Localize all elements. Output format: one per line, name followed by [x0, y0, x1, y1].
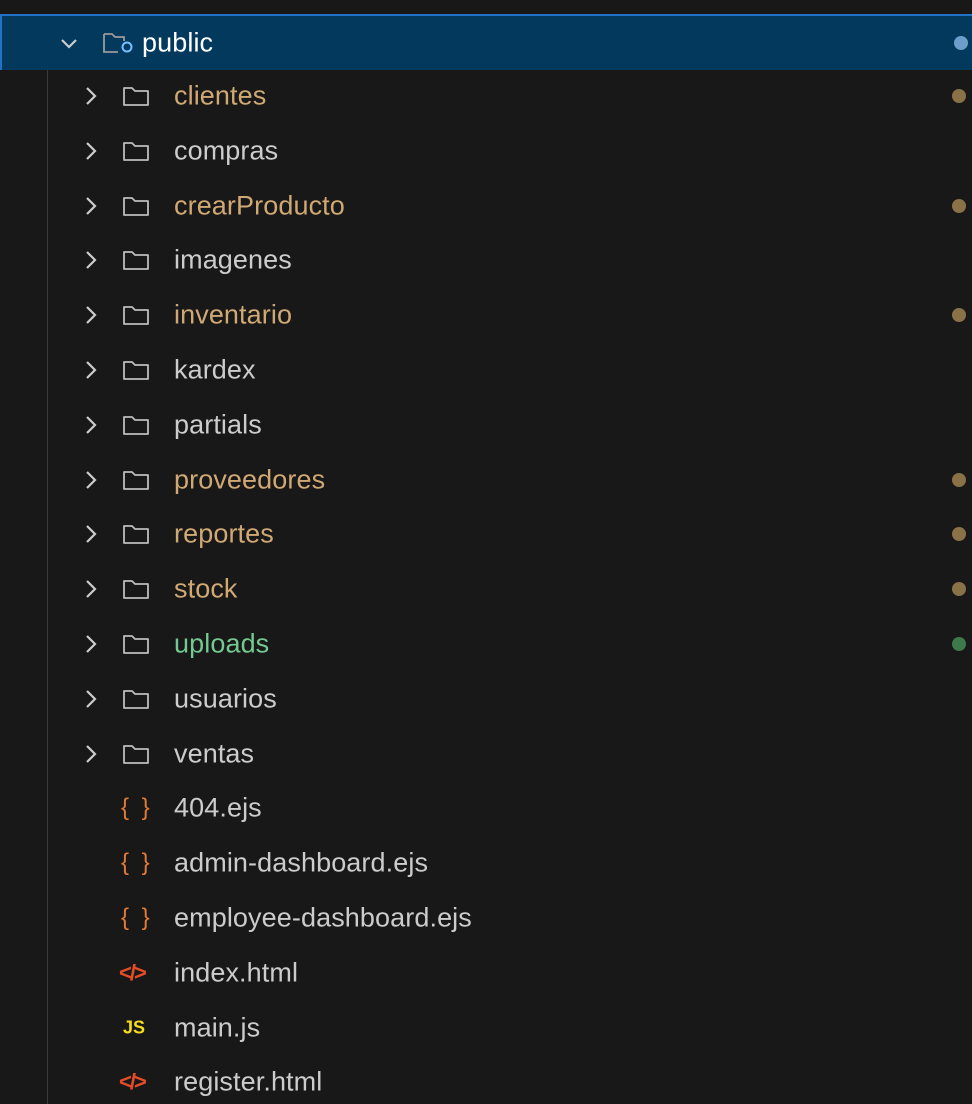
tree-item-compras[interactable]: compras — [0, 124, 972, 178]
chevron-right-icon[interactable] — [80, 469, 102, 491]
folder-icon — [123, 361, 149, 380]
braces-icon: { } — [121, 849, 153, 877]
chevron-right-icon[interactable] — [80, 140, 102, 162]
tree-item-file[interactable]: </> index.html — [0, 946, 972, 1000]
status-dot — [952, 198, 966, 213]
status-dot — [952, 582, 966, 597]
braces-icon: { } — [121, 904, 153, 931]
chevron-right-icon[interactable] — [80, 195, 102, 217]
tree-item-stock[interactable]: stock — [0, 562, 972, 616]
folder-label: usuarios — [174, 683, 277, 714]
chevron-right-icon[interactable] — [80, 578, 102, 600]
folder-icon — [123, 251, 149, 271]
folder-label-public: public — [142, 27, 214, 58]
chevron-right-icon[interactable] — [80, 414, 102, 436]
folder-icon — [123, 525, 149, 545]
chevron-right-icon[interactable] — [80, 249, 102, 271]
file-label: register.html — [174, 1066, 323, 1097]
folder-label: crearProducto — [174, 190, 345, 221]
folder-label: inventario — [174, 299, 293, 330]
folder-label: kardex — [174, 354, 256, 385]
folder-icon — [123, 635, 149, 654]
chevron-right-icon[interactable] — [80, 304, 102, 326]
chevron-down-icon[interactable] — [58, 32, 80, 54]
folder-label: proveedores — [174, 464, 326, 495]
file-label: employee-dashboard.ejs — [174, 902, 472, 933]
folder-icon — [123, 470, 149, 490]
status-dot — [952, 637, 966, 651]
chevron-right-icon[interactable] — [80, 633, 102, 655]
tree-item-clientes[interactable]: clientes — [0, 69, 972, 123]
chevron-right-icon[interactable] — [80, 523, 102, 545]
folder-icon — [123, 141, 149, 161]
tree-item-file[interactable]: </> register.html — [0, 1055, 972, 1104]
html-icon: </> — [119, 1069, 147, 1095]
folder-icon — [123, 87, 149, 106]
folder-icon — [123, 196, 149, 216]
file-label: main.js — [174, 1012, 261, 1043]
tree-item-file[interactable]: { } admin-dashboard.ejs — [0, 836, 972, 890]
folder-label: stock — [174, 573, 238, 604]
braces-icon: { } — [121, 794, 153, 822]
tree-item-crearproducto[interactable]: crearProducto — [0, 179, 972, 233]
folder-icon — [123, 689, 149, 709]
status-dot — [952, 308, 966, 323]
folder-label: partials — [174, 409, 262, 440]
folder-label: compras — [174, 135, 279, 166]
html-icon: </> — [119, 959, 147, 985]
folder-label: imagenes — [174, 244, 292, 275]
tree-item-file[interactable]: { } employee-dashboard.ejs — [0, 891, 972, 945]
tree-item-file[interactable]: JS main.js — [0, 1001, 972, 1055]
file-explorer: public clientes compras crearProducto image… — [0, 0, 972, 1104]
folder-opened-icon — [103, 33, 133, 53]
status-dot — [954, 36, 968, 50]
tree-item-ventas[interactable]: ventas — [0, 727, 972, 781]
status-dot — [952, 89, 966, 103]
file-label: admin-dashboard.ejs — [174, 847, 429, 878]
tree-item-partials[interactable]: partials — [0, 398, 972, 452]
chevron-right-icon[interactable] — [80, 743, 102, 765]
folder-icon — [123, 306, 149, 326]
tree-item-public[interactable]: public — [0, 14, 972, 70]
folder-icon — [123, 415, 149, 435]
folder-icon — [123, 744, 149, 764]
status-dot — [952, 527, 966, 542]
tree-item-usuarios[interactable]: usuarios — [0, 672, 972, 726]
chevron-right-icon[interactable] — [80, 85, 102, 107]
tree-item-kardex[interactable]: kardex — [0, 343, 972, 397]
chevron-right-icon[interactable] — [80, 359, 102, 381]
folder-icon — [123, 580, 149, 600]
tree-item-uploads[interactable]: uploads — [0, 617, 972, 671]
js-icon: JS — [123, 1017, 146, 1038]
tree-item-reportes[interactable]: reportes — [0, 507, 972, 561]
tree-item-proveedores[interactable]: proveedores — [0, 453, 972, 507]
folder-label: ventas — [174, 738, 255, 769]
folder-label: uploads — [174, 628, 270, 659]
folder-label: reportes — [174, 518, 274, 549]
tree-item-file[interactable]: { } 404.ejs — [0, 781, 972, 835]
chevron-right-icon[interactable] — [80, 688, 102, 710]
status-dot — [952, 472, 966, 487]
folder-label: clientes — [174, 80, 267, 111]
file-label: 404.ejs — [174, 792, 262, 823]
file-label: index.html — [174, 957, 299, 988]
tree-item-imagenes[interactable]: imagenes — [0, 233, 972, 287]
tree-item-inventario[interactable]: inventario — [0, 288, 972, 342]
